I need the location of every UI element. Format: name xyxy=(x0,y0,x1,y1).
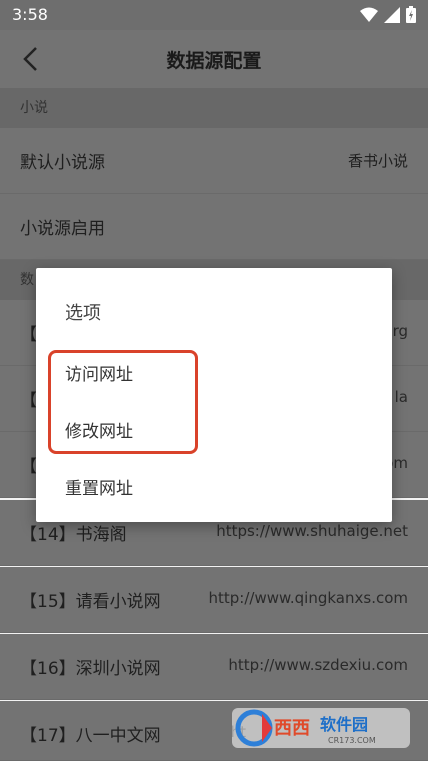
status-bar: 3:58 xyxy=(0,0,428,30)
source-url: https://www.shuhaige.net xyxy=(216,522,408,540)
visit-url-option[interactable]: 访问网址 xyxy=(65,360,133,385)
source-label: 【14】书海阁 xyxy=(20,525,127,545)
battery-icon xyxy=(406,6,416,23)
dialog-title: 选项 xyxy=(65,303,101,324)
edit-url-option[interactable]: 修改网址 xyxy=(65,417,133,442)
reset-url-option[interactable]: 重置网址 xyxy=(65,474,133,499)
status-time: 3:58 xyxy=(12,5,48,24)
svg-text:软件园: 软件园 xyxy=(320,715,368,734)
enable-source-label: 小说源启用 xyxy=(20,219,105,239)
default-source-value: 香书小说 xyxy=(347,152,408,170)
source-label: 【15】请看小说网 xyxy=(20,592,161,612)
source-url: http://www.qingkanxs.com xyxy=(208,589,408,607)
top-app-bar: 数据源配置 xyxy=(0,30,428,88)
source-label: 【 xyxy=(20,325,37,345)
source-label: 【 xyxy=(20,391,37,411)
source-url: http://www.szdexiu.com xyxy=(228,656,408,674)
signal-icon xyxy=(384,6,400,23)
svg-text:CR173.COM: CR173.COM xyxy=(328,736,376,745)
options-dialog: 选项 访问网址 修改网址 重置网址 xyxy=(36,268,392,522)
section-header-novel: 小说 xyxy=(0,88,428,128)
source-row[interactable]: 【15】请看小说网 http://www.qingkanxs.com xyxy=(0,567,428,633)
source-label: 【17】八一中文网 xyxy=(20,726,161,746)
source-label: 【16】深圳小说网 xyxy=(20,659,161,679)
wifi-icon xyxy=(360,7,378,22)
source-row[interactable]: 【16】深圳小说网 http://www.szdexiu.com xyxy=(0,634,428,700)
source-label: 【 xyxy=(20,457,37,477)
default-source-row[interactable]: 默认小说源 香书小说 xyxy=(0,128,428,194)
status-icons xyxy=(360,6,416,23)
svg-text:西西: 西西 xyxy=(274,718,310,739)
page-title: 数据源配置 xyxy=(166,50,262,72)
source-url: la xyxy=(394,388,408,406)
default-source-label: 默认小说源 xyxy=(20,153,105,173)
enable-source-row[interactable]: 小说源启用 xyxy=(0,194,428,260)
watermark-logo: 西西 软件园 CR173.COM xyxy=(232,708,410,748)
